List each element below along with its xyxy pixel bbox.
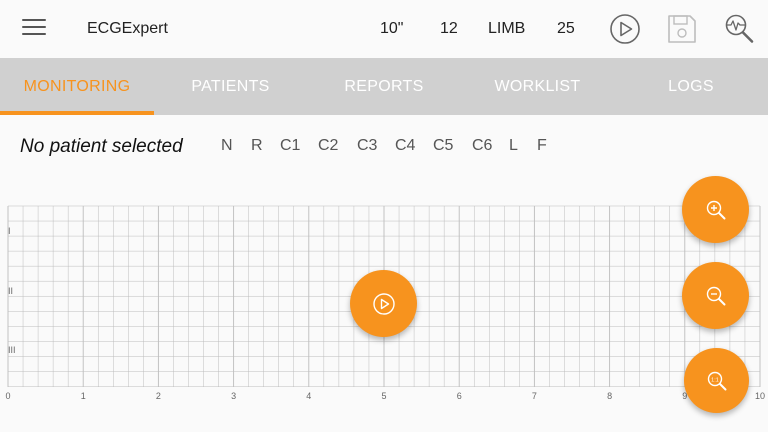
floppy-disk-icon[interactable] xyxy=(665,12,699,46)
zoom-in-button[interactable] xyxy=(682,176,749,243)
app-bar: ECGExpert 10" 12 LIMB 25 xyxy=(0,0,768,58)
time-tick-label: 6 xyxy=(457,391,462,401)
svg-text:1:1: 1:1 xyxy=(711,377,719,383)
play-circle-icon xyxy=(372,292,395,315)
tab-logs[interactable]: LOGS xyxy=(614,58,768,115)
tab-reports[interactable]: REPORTS xyxy=(307,58,461,115)
zoom-out-icon xyxy=(706,286,725,305)
gain-setting[interactable]: 25 xyxy=(557,20,575,38)
lead-label: III xyxy=(8,345,16,355)
patient-status: No patient selected xyxy=(20,136,183,157)
time-tick-label: 5 xyxy=(381,391,386,401)
time-tick-label: 1 xyxy=(81,391,86,401)
start-recording-button[interactable] xyxy=(350,270,417,337)
leads-count-setting[interactable]: 12 xyxy=(440,20,458,38)
electrode-c2: C2 xyxy=(318,137,339,154)
tab-monitoring[interactable]: MONITORING xyxy=(0,58,154,115)
electrode-f: F xyxy=(537,137,547,154)
time-tick-label: 8 xyxy=(607,391,612,401)
play-circle-icon[interactable] xyxy=(608,12,642,46)
zoom-in-icon xyxy=(706,200,725,219)
electrode-c5: C5 xyxy=(433,137,454,154)
lead-label: I xyxy=(8,226,11,236)
zoom-reset-icon: 1:1 xyxy=(707,371,726,390)
time-tick-label: 7 xyxy=(532,391,537,401)
zoom-out-button[interactable] xyxy=(682,262,749,329)
electrode-c6: C6 xyxy=(472,137,493,154)
speed-setting[interactable]: 10" xyxy=(380,20,403,38)
electrode-n: N xyxy=(221,137,233,154)
hamburger-menu-icon[interactable] xyxy=(22,19,46,39)
time-tick-label: 0 xyxy=(5,391,10,401)
tab-patients[interactable]: PATIENTS xyxy=(154,58,307,115)
time-tick-label: 2 xyxy=(156,391,161,401)
time-tick-label: 10 xyxy=(755,391,765,401)
electrode-l: L xyxy=(509,137,518,154)
electrode-r: R xyxy=(251,137,263,154)
time-tick-label: 3 xyxy=(231,391,236,401)
electrode-c4: C4 xyxy=(395,137,416,154)
lead-label: II xyxy=(8,286,13,296)
time-tick-label: 4 xyxy=(306,391,311,401)
electrode-c3: C3 xyxy=(357,137,378,154)
ecg-search-icon[interactable] xyxy=(722,12,756,46)
mode-setting[interactable]: LIMB xyxy=(488,20,525,38)
electrode-c1: C1 xyxy=(280,137,301,154)
active-tab-indicator xyxy=(0,111,154,115)
tab-bar: MONITORING PATIENTS REPORTS WORKLIST LOG… xyxy=(0,58,768,115)
zoom-reset-button[interactable]: 1:1 xyxy=(684,348,749,413)
app-title: ECGExpert xyxy=(87,20,168,37)
tab-worklist[interactable]: WORKLIST xyxy=(461,58,614,115)
